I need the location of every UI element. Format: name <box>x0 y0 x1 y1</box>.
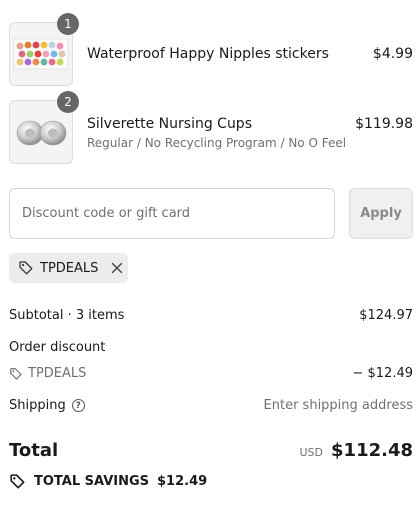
tag-icon <box>9 473 26 490</box>
discount-code-input[interactable] <box>9 188 335 239</box>
total-value-group: USD $112.48 <box>300 440 414 461</box>
discount-value: − $12.49 <box>352 366 413 381</box>
discount-code-group: TPDEALS <box>9 366 86 381</box>
shipping-group: Shipping ? <box>9 398 85 413</box>
item-name: Silverette Nursing Cups <box>87 116 252 132</box>
quantity-badge: 2 <box>57 91 79 113</box>
total-label: Total <box>9 440 59 461</box>
shipping-value: Enter shipping address <box>263 398 413 413</box>
subtotal-label: Subtotal · 3 items <box>9 308 125 323</box>
currency-code: USD <box>299 446 324 459</box>
item-price: $4.99 <box>372 46 413 62</box>
tag-icon <box>18 260 34 276</box>
total-row: Total USD $112.48 <box>9 440 413 461</box>
total-amount: $112.48 <box>331 440 413 461</box>
tag-icon <box>9 367 23 381</box>
quantity-badge: 1 <box>57 13 79 35</box>
subtotal-value: $124.97 <box>359 308 413 323</box>
subtotal-row: Subtotal · 3 items $124.97 <box>9 308 413 323</box>
apply-button[interactable]: Apply <box>349 188 413 239</box>
total-savings: TOTAL SAVINGS $12.49 <box>9 473 207 490</box>
applied-discount-chip: TPDEALS <box>9 253 128 283</box>
order-discount-row: Order discount <box>9 340 413 355</box>
discount-code-label: TPDEALS <box>28 366 87 381</box>
savings-value: $12.49 <box>157 474 208 489</box>
item-price: $119.98 <box>355 116 413 132</box>
shipping-row: Shipping ? Enter shipping address <box>9 398 413 413</box>
order-discount-label: Order discount <box>9 340 106 355</box>
discount-code-row: TPDEALS − $12.49 <box>9 366 413 381</box>
shipping-label: Shipping <box>9 398 66 413</box>
remove-discount-close-icon[interactable] <box>110 261 124 275</box>
savings-label: TOTAL SAVINGS <box>34 474 150 489</box>
item-name: Waterproof Happy Nipples stickers <box>87 46 329 62</box>
line-item: 2 Silverette Nursing Cups Regular / No R… <box>9 91 413 164</box>
applied-code-label: TPDEALS <box>40 260 99 276</box>
line-item: 1 Waterproof Happy Nipples stickers $4.9… <box>9 13 413 86</box>
help-icon[interactable]: ? <box>71 399 85 412</box>
item-variant: Regular / No Recycling Program / No O Fe… <box>87 136 347 150</box>
